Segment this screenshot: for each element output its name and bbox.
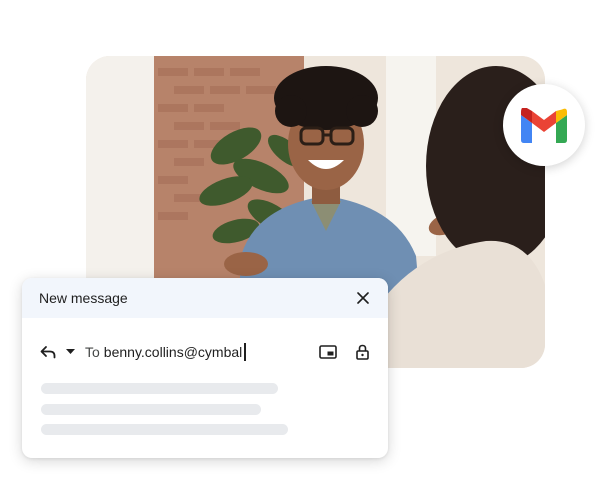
compose-header: New message: [22, 278, 388, 318]
close-icon[interactable]: [356, 291, 370, 305]
placeholder-line: [41, 424, 288, 435]
compose-title: New message: [39, 290, 128, 306]
chevron-down-icon[interactable]: [66, 347, 76, 357]
placeholder-line: [41, 404, 261, 415]
to-label: To: [85, 344, 100, 360]
picture-in-picture-icon[interactable]: [319, 343, 337, 361]
text-cursor: [244, 343, 246, 361]
reply-icon[interactable]: [40, 343, 58, 361]
gmail-logo-icon: [521, 107, 567, 143]
recipient-input[interactable]: benny.collins@cymbal: [104, 343, 246, 361]
compose-window: New message To benny.collins@cymbal: [22, 278, 388, 458]
recipient-value: benny.collins@cymbal: [103, 344, 243, 360]
gmail-badge: [503, 84, 585, 166]
to-row: To benny.collins@cymbal: [22, 338, 388, 366]
placeholder-line: [41, 383, 278, 394]
lock-icon[interactable]: [354, 343, 370, 361]
